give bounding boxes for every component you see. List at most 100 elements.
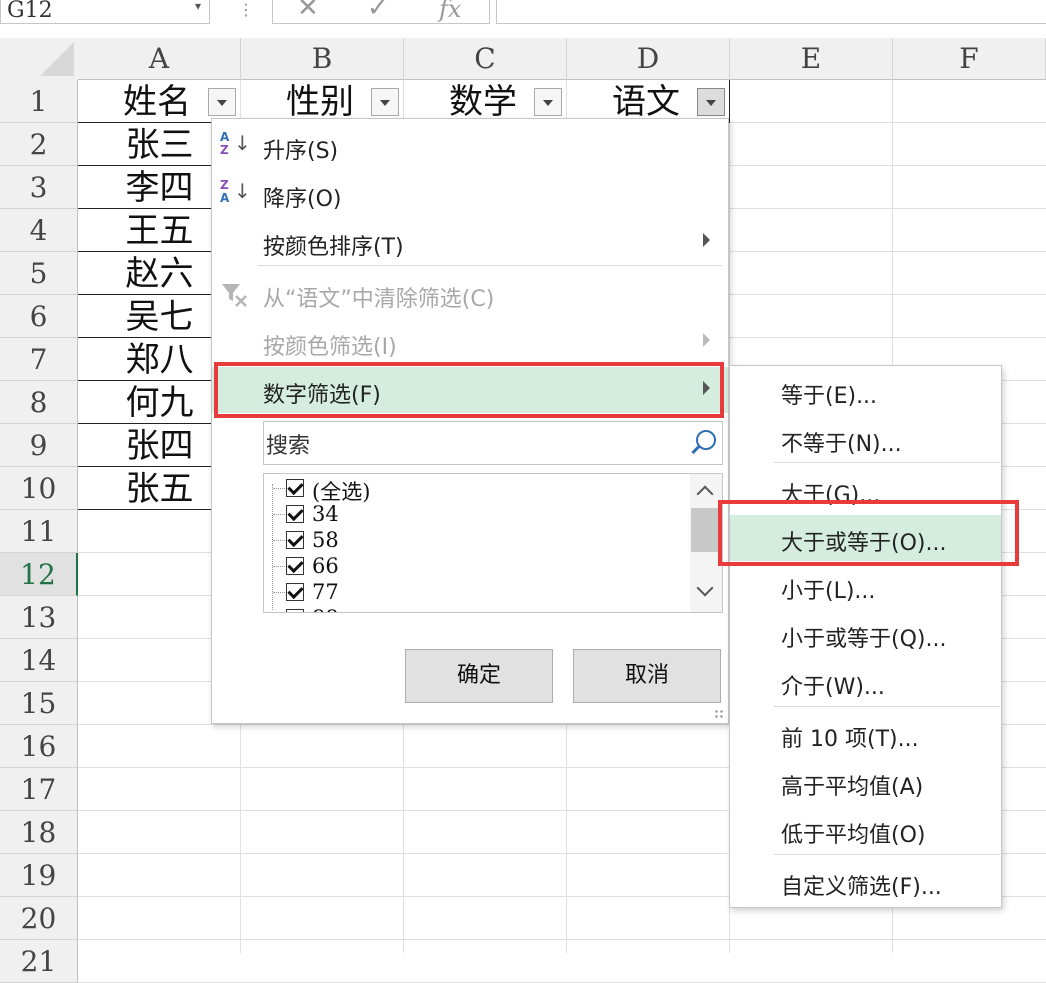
row-header-21[interactable]: 21 xyxy=(0,940,78,983)
submenu-item-label: 不等于(N)... xyxy=(781,432,902,457)
tree-branch xyxy=(273,488,285,490)
submenu-item[interactable]: 自定义筛选(F)... xyxy=(730,859,1001,905)
submenu-item-label: 介于(W)... xyxy=(781,675,885,700)
annotation-box-number-filter xyxy=(214,362,724,418)
column-header-d[interactable]: D xyxy=(567,38,730,80)
checkbox-label: 77 xyxy=(312,580,339,604)
checkbox-label: 66 xyxy=(312,554,339,578)
row-header-3[interactable]: 3 xyxy=(0,166,78,209)
submenu-item[interactable]: 低于平均值(O) xyxy=(730,807,1001,853)
select-all-corner[interactable] xyxy=(0,38,78,80)
row-header-16[interactable]: 16 xyxy=(0,725,78,768)
tree-branch xyxy=(273,592,285,594)
submenu-item-label: 小于或等于(Q)... xyxy=(781,627,947,652)
clear-filter-icon xyxy=(222,284,247,307)
checkbox-label: 34 xyxy=(312,502,339,526)
chevron-right-icon xyxy=(703,233,710,247)
submenu-item[interactable]: 前 10 项(T)... xyxy=(730,711,1001,757)
menu-item-label: 按颜色排序(T) xyxy=(263,235,404,260)
column-header-e[interactable]: E xyxy=(730,38,893,80)
submenu-item[interactable]: 不等于(N)... xyxy=(730,416,1001,462)
submenu-item[interactable]: 高于平均值(A) xyxy=(730,759,1001,805)
submenu-separator xyxy=(774,854,1000,855)
menu-item-label: 从“语文”中清除筛选(C) xyxy=(263,287,495,312)
formula-bar: G12 ▾ ⋮ ✕ ✓ fx xyxy=(0,0,1046,30)
row-header-4[interactable]: 4 xyxy=(0,209,78,252)
row-header-6[interactable]: 6 xyxy=(0,295,78,338)
checkbox-checked-icon[interactable] xyxy=(286,505,304,523)
enter-icon[interactable]: ✓ xyxy=(367,0,389,23)
search-input[interactable]: 搜索 xyxy=(263,421,723,465)
tree-branch xyxy=(273,566,285,568)
row-header-17[interactable]: 17 xyxy=(0,768,78,811)
submenu-item-label: 低于平均值(O) xyxy=(781,823,926,848)
chevron-down-icon[interactable]: ▾ xyxy=(195,0,201,13)
formula-input[interactable] xyxy=(496,0,1046,24)
scrollbar-thumb[interactable] xyxy=(691,508,721,552)
submenu-item-label: 小于(L)... xyxy=(781,579,876,604)
submenu-item[interactable]: 介于(W)... xyxy=(730,659,1001,705)
column-header-c[interactable]: C xyxy=(404,38,567,80)
formula-bar-grip-icon: ⋮ xyxy=(238,0,254,19)
ok-button[interactable]: 确定 xyxy=(405,649,553,703)
filter-dropdown-button-gender[interactable] xyxy=(371,88,399,116)
checkbox-checked-icon[interactable] xyxy=(286,609,304,612)
filter-dropdown-button-name[interactable] xyxy=(208,88,236,116)
chevron-up-icon[interactable] xyxy=(696,485,714,503)
submenu-item[interactable]: 等于(E)... xyxy=(730,368,1001,414)
checkbox-checked-icon[interactable] xyxy=(286,531,304,549)
checkbox-checked-icon[interactable] xyxy=(286,479,304,497)
row-header-11[interactable]: 11 xyxy=(0,510,78,553)
search-placeholder: 搜索 xyxy=(266,434,311,459)
column-header-b[interactable]: B xyxy=(241,38,404,80)
filter-dropdown-button-chinese[interactable] xyxy=(697,88,725,116)
checkbox-label: 88 xyxy=(312,606,339,612)
cancel-icon[interactable]: ✕ xyxy=(297,0,319,23)
checkbox-checked-icon[interactable] xyxy=(286,583,304,601)
resize-grip-icon[interactable] xyxy=(714,709,724,719)
submenu-item-label: 等于(E)... xyxy=(781,384,878,409)
menu-item-filter-by-color: 按颜色筛选(I) xyxy=(212,319,728,365)
filter-dropdown-button-math[interactable] xyxy=(534,88,562,116)
row-header-14[interactable]: 14 xyxy=(0,639,78,682)
formula-buttons: ✕ ✓ fx xyxy=(272,0,490,24)
row-header-7[interactable]: 7 xyxy=(0,338,78,381)
column-header-a[interactable]: A xyxy=(78,38,241,80)
menu-item-sort-descending[interactable]: Z A ↓ 降序(O) xyxy=(212,171,728,217)
submenu-item[interactable]: 小于(L)... xyxy=(730,563,1001,609)
row-header-18[interactable]: 18 xyxy=(0,811,78,854)
row-header-8[interactable]: 8 xyxy=(0,381,78,424)
name-box[interactable]: G12 ▾ xyxy=(0,0,210,24)
column-header-f[interactable]: F xyxy=(893,38,1046,80)
submenu-item-label: 前 10 项(T)... xyxy=(781,727,919,752)
menu-item-label: 降序(O) xyxy=(263,187,342,212)
row-header-1[interactable]: 1 xyxy=(0,80,78,123)
row-header-12[interactable]: 12 xyxy=(0,553,78,596)
checkbox-checked-icon[interactable] xyxy=(286,557,304,575)
sort-ascending-icon: A Z ↓ xyxy=(220,130,251,157)
fx-icon[interactable]: fx xyxy=(439,0,461,23)
search-icon[interactable] xyxy=(696,430,716,450)
row-header-10[interactable]: 10 xyxy=(0,467,78,510)
checkbox-label: 58 xyxy=(312,528,339,552)
filter-dropdown-menu: A Z ↓ 升序(S) Z A ↓ 降序(O) 按颜色排序(T) 从“语文”中清除筛选(… xyxy=(211,118,729,724)
chevron-down-icon[interactable] xyxy=(696,579,714,597)
menu-item-sort-by-color[interactable]: 按颜色排序(T) xyxy=(212,219,728,265)
row-header-2[interactable]: 2 xyxy=(0,123,78,166)
cancel-button[interactable]: 取消 xyxy=(573,649,721,703)
sort-descending-icon: Z A ↓ xyxy=(220,178,251,205)
submenu-item[interactable]: 小于或等于(Q)... xyxy=(730,611,1001,657)
row-header-9[interactable]: 9 xyxy=(0,424,78,467)
number-filter-submenu: 等于(E)... 不等于(N)... 大于(G)... 大于或等于(O)... 小于(L… xyxy=(729,365,1002,908)
row-header-15[interactable]: 15 xyxy=(0,682,78,725)
grid-row-line xyxy=(78,939,1046,940)
row-header-20[interactable]: 20 xyxy=(0,897,78,940)
menu-item-sort-ascending[interactable]: A Z ↓ 升序(S) xyxy=(212,123,728,169)
row-header-13[interactable]: 13 xyxy=(0,596,78,639)
tree-branch xyxy=(273,540,285,542)
tree-branch xyxy=(273,514,285,516)
header-border-right xyxy=(729,80,730,123)
submenu-separator xyxy=(774,706,1000,707)
row-header-19[interactable]: 19 xyxy=(0,854,78,897)
row-header-5[interactable]: 5 xyxy=(0,252,78,295)
